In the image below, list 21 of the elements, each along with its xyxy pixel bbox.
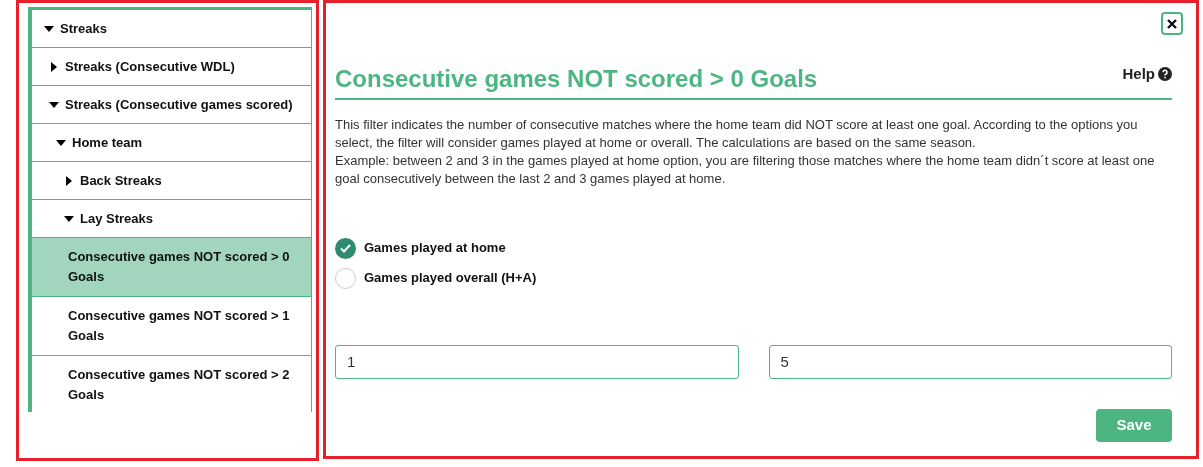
max-field[interactable]: 5 — [768, 344, 1172, 379]
caret-down-icon — [56, 137, 66, 148]
caret-down-icon — [44, 23, 54, 34]
check-icon — [340, 243, 351, 253]
caret-right-icon — [49, 61, 59, 72]
help-icon — [1158, 67, 1172, 82]
radio-option[interactable]: Games played at home — [335, 237, 1187, 259]
caret-right-icon — [64, 175, 74, 186]
min-field[interactable]: 1 — [335, 344, 739, 379]
description-text: Example: between 2 and 3 in the games played at home option, you are filtering those matches where the home team didn´t score at least one goal consecutively between the last 2 and 3 games played at home. — [335, 151, 1156, 188]
tree-item[interactable]: Consecutive games NOT scored > 0 Goals — [32, 238, 311, 297]
close-icon — [1167, 18, 1177, 29]
help-link[interactable]: Help — [1122, 63, 1172, 86]
caret-down-icon — [64, 213, 74, 224]
radio-button[interactable] — [335, 267, 356, 289]
dialog-title: Consecutive games NOT scored > 0 Goals — [335, 63, 818, 94]
radio-option[interactable]: Games played overall (H+A) — [335, 267, 1187, 289]
radio-button[interactable] — [335, 237, 356, 259]
description-text: This filter indicates the number of consecutive matches where the home team did NOT score at least one goal. According to the options you select, the filter will consider games played at home or overall. The calculations are based on the same season. — [335, 115, 1139, 152]
caret-down-icon — [49, 99, 59, 110]
close-button[interactable] — [1161, 12, 1183, 35]
